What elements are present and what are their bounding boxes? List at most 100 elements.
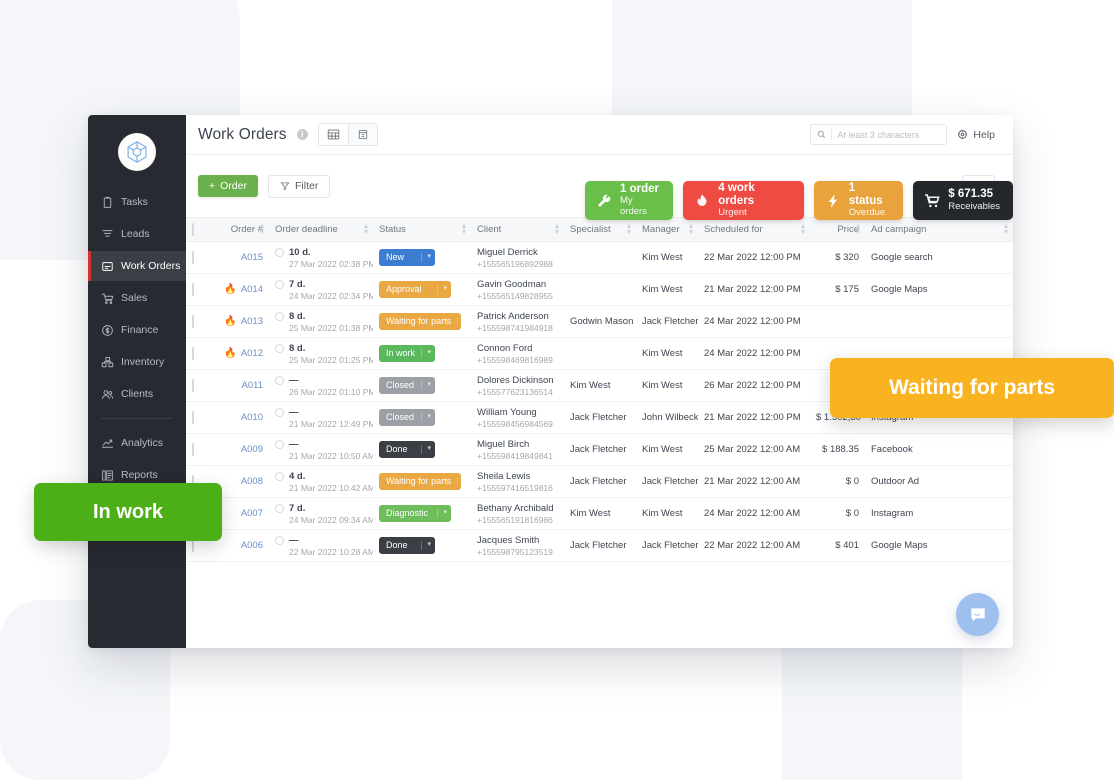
add-order-button[interactable]: + Order (198, 175, 258, 197)
sort-icon[interactable]: ▴ ▾ (260, 221, 264, 237)
status-badge[interactable]: Diagnostic ▾ (379, 505, 451, 522)
stat-card-urgent[interactable]: 4 work orders Urgent (683, 181, 804, 220)
sidebar-item-sales[interactable]: Sales (88, 283, 186, 313)
deadline-date: 27 Mar 2022 02:38 PM (289, 258, 373, 269)
sort-icon[interactable]: ▴ ▾ (364, 221, 368, 237)
chevron-down-icon[interactable]: ▾ (421, 413, 431, 422)
work-orders-table-container[interactable]: Order # ▴ ▾ Order deadline ▴ ▾ Status ▴ ▾ Client ▴… (186, 217, 1013, 648)
chevron-down-icon[interactable]: ▾ (421, 541, 431, 550)
table-row[interactable]: 🔥 A013 8 d. 25 Mar 2022 01:38 PM Waiting for… (186, 305, 1013, 338)
status-badge[interactable]: Closed ▾ (379, 377, 435, 394)
table-row[interactable]: A008 4 d. 21 Mar 2022 10:42 AM Waiting for … (186, 465, 1013, 498)
status-badge[interactable]: Closed ▾ (379, 409, 435, 426)
table-row[interactable]: 🔥 A014 7 d. 24 Mar 2022 02:34 PM Approval ▾ Ga… (186, 273, 1013, 306)
table-row[interactable]: A015 10 d. 27 Mar 2022 02:38 PM New ▾ Miguel … (186, 241, 1013, 274)
status-badge[interactable]: Waiting for parts ▾ (379, 473, 467, 490)
stat-card-my-orders[interactable]: 1 order My orders (585, 181, 674, 220)
row-checkbox[interactable] (192, 347, 194, 360)
order-number-link[interactable]: A010 (241, 412, 263, 423)
row-checkbox[interactable] (192, 443, 194, 456)
calendar-view-icon[interactable] (347, 124, 377, 145)
scheduled-for-cell: 22 Mar 2022 12:00 PM (698, 241, 810, 274)
row-checkbox[interactable] (192, 283, 194, 296)
sidebar-item-inventory[interactable]: Inventory (88, 347, 186, 377)
status-badge[interactable]: Done ▾ (379, 441, 435, 458)
sort-icon[interactable]: ▴ ▾ (689, 221, 693, 237)
search-input[interactable]: At least 3 characters (810, 124, 948, 145)
chevron-down-icon[interactable]: ▾ (437, 509, 447, 518)
order-number-cell: A009 (214, 433, 269, 466)
order-deadline-cell: —22 Mar 2022 10:28 AM (269, 529, 373, 562)
sort-icon[interactable]: ▴ ▾ (1004, 221, 1008, 237)
help-button[interactable]: Help (957, 129, 995, 141)
sidebar-item-work-orders[interactable]: Work Orders (88, 251, 186, 281)
column-header-ad-campaign[interactable]: Ad campaign ▴ ▾ (865, 217, 1013, 242)
table-row[interactable]: A006 —22 Mar 2022 10:28 AM Done ▾ Jacques Sm… (186, 529, 1013, 562)
status-cell: In work ▾ (373, 337, 471, 370)
sidebar-item-tasks[interactable]: Tasks (88, 187, 186, 217)
status-cell: Closed ▾ (373, 401, 471, 434)
chevron-down-icon[interactable]: ▾ (437, 285, 447, 294)
table-row[interactable]: A007 7 d. 24 Mar 2022 09:34 AM Diagnostic ▾ B… (186, 497, 1013, 530)
client-cell: Miguel Derrick +155565196892988 (471, 241, 564, 274)
status-badge[interactable]: Waiting for parts ▾ (379, 313, 467, 330)
column-header-status[interactable]: Status ▴ ▾ (373, 217, 471, 242)
client-name: William Young (477, 406, 537, 418)
column-header-price[interactable]: Price ▴ ▾ (810, 217, 865, 242)
sidebar-item-finance[interactable]: Finance (88, 315, 186, 345)
order-number-link[interactable]: A008 (241, 476, 263, 487)
order-number-link[interactable]: A009 (241, 444, 263, 455)
status-badge[interactable]: Done ▾ (379, 537, 435, 554)
status-badge[interactable]: In work ▾ (379, 345, 435, 362)
chevron-down-icon[interactable]: ▾ (421, 381, 431, 390)
sidebar-item-leads[interactable]: Leads (88, 219, 186, 249)
table-row[interactable]: A009 —21 Mar 2022 10:50 AM Done ▾ Miguel Bir… (186, 433, 1013, 466)
column-header-client[interactable]: Client ▴ ▾ (471, 217, 564, 242)
sort-icon[interactable]: ▴ ▾ (627, 221, 631, 237)
table-view-icon[interactable] (318, 124, 348, 145)
column-header-manager[interactable]: Manager ▴ ▾ (636, 217, 698, 242)
sort-icon[interactable]: ▴ ▾ (801, 221, 805, 237)
column-header-order[interactable]: Order # ▴ ▾ (214, 217, 269, 242)
sidebar-item-analytics[interactable]: Analytics (88, 428, 186, 458)
row-select-cell (186, 305, 214, 338)
row-checkbox[interactable] (192, 251, 194, 264)
order-number-link[interactable]: A006 (241, 540, 263, 551)
status-badge[interactable]: Approval ▾ (379, 281, 451, 298)
select-all-checkbox[interactable] (192, 223, 194, 236)
order-number-link[interactable]: A007 (241, 508, 263, 519)
row-checkbox[interactable] (192, 379, 194, 392)
stat-card-overdue[interactable]: 1 status Overdue (813, 181, 904, 220)
row-checkbox[interactable] (192, 315, 194, 328)
status-label: Waiting for parts (386, 316, 452, 327)
sort-icon[interactable]: ▴ ▾ (856, 221, 860, 237)
order-deadline-cell: 7 d. 24 Mar 2022 09:34 AM (269, 497, 373, 530)
row-checkbox[interactable] (192, 411, 194, 424)
order-number-link[interactable]: A014 (241, 284, 263, 295)
chevron-down-icon[interactable]: ▾ (421, 349, 431, 358)
chevron-down-icon[interactable]: ▾ (421, 445, 431, 454)
stat-card-receivables[interactable]: $ 671.35 Receivables (913, 181, 1013, 220)
cart-icon (101, 292, 114, 305)
column-header-specialist[interactable]: Specialist ▴ ▾ (564, 217, 636, 242)
sidebar-item-clients[interactable]: Clients (88, 379, 186, 409)
sort-icon[interactable]: ▴ ▾ (462, 221, 466, 237)
order-number-link[interactable]: A015 (241, 252, 263, 263)
status-badge[interactable]: New ▾ (379, 249, 435, 266)
scheduled-for-cell: 21 Mar 2022 12:00 AM (698, 465, 810, 498)
column-header-order-deadline[interactable]: Order deadline ▴ ▾ (269, 217, 373, 242)
chevron-down-icon[interactable]: ▾ (457, 317, 467, 326)
filter-button[interactable]: Filter (267, 174, 331, 198)
order-number-link[interactable]: A013 (241, 316, 263, 327)
chevron-down-icon[interactable]: ▾ (421, 253, 431, 262)
chevron-down-icon[interactable]: ▾ (457, 477, 467, 486)
column-header-scheduled-for[interactable]: Scheduled for ▴ ▾ (698, 217, 810, 242)
sidebar-item-label: Analytics (121, 437, 164, 449)
sort-icon[interactable]: ▴ ▾ (555, 221, 559, 237)
info-icon[interactable]: i (296, 129, 308, 140)
chat-button[interactable] (956, 593, 999, 636)
column-header-label: Status (379, 224, 406, 235)
order-number-link[interactable]: A011 (242, 380, 263, 391)
cube-logo[interactable] (118, 133, 156, 171)
order-number-link[interactable]: A012 (241, 348, 263, 359)
